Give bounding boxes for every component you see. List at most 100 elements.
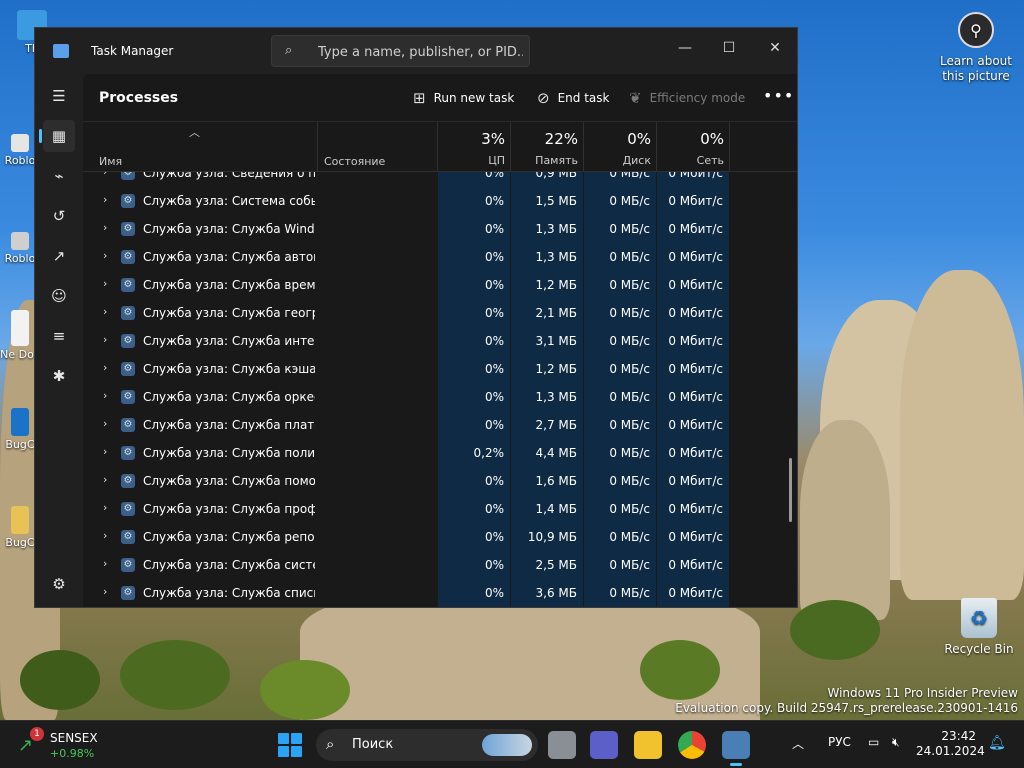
hamburger-menu-icon[interactable]: ☰	[43, 80, 75, 112]
process-disk: 0 МБ/с	[609, 306, 650, 320]
column-name[interactable]: Имя	[99, 155, 122, 168]
expand-chevron-icon[interactable]: ›	[103, 557, 107, 570]
users-tab-icon[interactable]: ☺	[43, 280, 75, 312]
process-row[interactable]: › ⚙ Служба узла: Служба систе... 0% 2,5 МБ 0 …	[83, 551, 797, 579]
sort-ascending-icon: ︿	[189, 126, 200, 139]
process-row[interactable]: › ⚙ Служба узла: Система событ... 0% 1,5 МБ 0…	[83, 187, 797, 215]
desktop-icon-label: BugC	[5, 438, 35, 451]
maximize-button[interactable]: ☐	[709, 34, 749, 62]
run-new-task-button[interactable]: ⊞ Run new task	[413, 87, 514, 109]
process-row[interactable]: › ⚙ Служба узла: Служба автом... 0% 1,3 МБ 0 …	[83, 243, 797, 271]
stock-widget[interactable]: ↗ 1 SENSEX +0.98%	[18, 727, 108, 763]
task-manager-icon	[53, 44, 69, 58]
clock-time: 23:42	[941, 729, 976, 743]
expand-chevron-icon[interactable]: ›	[103, 333, 107, 346]
start-button[interactable]	[278, 733, 302, 757]
title-bar[interactable]: Task Manager ⌕ — ☐ ✕	[35, 28, 797, 74]
service-gear-icon: ⚙	[121, 222, 135, 236]
process-memory: 4,4 МБ	[535, 446, 577, 460]
column-memory[interactable]: 22% Память	[508, 130, 578, 167]
language-indicator[interactable]: РУС	[828, 735, 851, 749]
settings-gear-icon[interactable]: ⚙	[43, 568, 75, 600]
startup-apps-tab-icon[interactable]: ↗	[43, 240, 75, 272]
performance-tab-icon[interactable]: ⌁	[43, 160, 75, 192]
column-network[interactable]: 0% Сеть	[654, 130, 724, 167]
learn-about-picture[interactable]: ⚲ Learn about this picture	[936, 12, 1016, 84]
process-network: 0 Мбит/с	[668, 172, 723, 180]
expand-chevron-icon[interactable]: ›	[103, 249, 107, 262]
process-name: Служба узла: Служба профи...	[143, 502, 315, 516]
process-row[interactable]: › ⚙ Служба узла: Служба Windo... 0% 1,3 МБ 0 …	[83, 215, 797, 243]
expand-chevron-icon[interactable]: ›	[103, 361, 107, 374]
service-gear-icon: ⚙	[121, 172, 135, 180]
taskbar-search[interactable]: ⌕ Поиск	[316, 729, 538, 761]
task-manager-taskbar-icon[interactable]	[722, 731, 750, 766]
process-memory: 1,3 МБ	[535, 222, 577, 236]
notification-bell-icon[interactable]: 🔔︎	[988, 735, 1006, 751]
column-cpu[interactable]: 3% ЦП	[435, 130, 505, 167]
search-input[interactable]	[318, 42, 523, 62]
network-icon[interactable]: ▭	[868, 735, 879, 749]
column-disk[interactable]: 0% Диск	[581, 130, 651, 167]
processes-tab-icon[interactable]: ▦	[39, 120, 75, 152]
expand-chevron-icon[interactable]: ›	[103, 172, 107, 178]
expand-chevron-icon[interactable]: ›	[103, 417, 107, 430]
process-cpu: 0%	[484, 418, 504, 432]
column-status[interactable]: Состояние	[324, 155, 385, 168]
recycle-bin[interactable]: ♻ Recycle Bin	[944, 598, 1014, 656]
expand-chevron-icon[interactable]: ›	[103, 445, 107, 458]
process-row[interactable]: › ⚙ Служба узла: Служба помо... 0% 1,6 МБ 0 М…	[83, 467, 797, 495]
efficiency-mode-button[interactable]: ❦ Efficiency mode	[629, 87, 745, 109]
run-task-icon: ⊞	[413, 89, 426, 107]
task-view-icon[interactable]	[548, 731, 576, 759]
teams-chat-icon[interactable]	[590, 731, 618, 759]
expand-chevron-icon[interactable]: ›	[103, 305, 107, 318]
search-box[interactable]: ⌕	[271, 35, 530, 67]
process-row[interactable]: › ⚙ Служба узла: Служба време... 0% 1,2 МБ 0 …	[83, 271, 797, 299]
process-row[interactable]: › ⚙ Служба узла: Служба кэша ... 0% 1,2 МБ 0 …	[83, 355, 797, 383]
expand-chevron-icon[interactable]: ›	[103, 277, 107, 290]
scrollbar-thumb[interactable]	[789, 458, 792, 522]
process-network: 0 Мбит/с	[668, 194, 723, 208]
recycle-bin-icon: ♻	[961, 598, 997, 638]
services-tab-icon[interactable]: ✱	[43, 360, 75, 392]
minimize-button[interactable]: —	[665, 34, 705, 62]
learn-label: Learn about this picture	[940, 54, 1012, 83]
chrome-icon[interactable]	[678, 731, 706, 759]
process-row[interactable]: › ⚙ Служба узла: Служба списка... 0% 3,6 МБ 0…	[83, 579, 797, 607]
camera-icon: ⚲	[958, 12, 994, 48]
service-gear-icon: ⚙	[121, 306, 135, 320]
process-row[interactable]: › ⚙ Служба узла: Служба интер... 0% 3,1 МБ 0 …	[83, 327, 797, 355]
process-row[interactable]: › ⚙ Служба узла: Сведения о пр... 0% 0,9 МБ 0…	[83, 172, 797, 187]
process-disk: 0 МБ/с	[609, 586, 650, 600]
network-label: Сеть	[696, 154, 724, 167]
end-task-button[interactable]: ⊘ End task	[537, 87, 609, 109]
process-row[interactable]: › ⚙ Служба узла: Служба профи... 0% 1,4 МБ 0 …	[83, 495, 797, 523]
run-new-task-label: Run new task	[433, 91, 515, 105]
process-network: 0 Мбит/с	[668, 474, 723, 488]
process-row[interactable]: › ⚙ Служба узла: Служба платф... 0% 2,7 МБ 0 …	[83, 411, 797, 439]
close-button[interactable]: ✕	[755, 34, 795, 62]
expand-chevron-icon[interactable]: ›	[103, 193, 107, 206]
clock[interactable]: 23:42 24.01.2024	[916, 729, 985, 759]
show-hidden-icons-chevron-icon[interactable]: ︿	[792, 735, 804, 752]
page-title: Processes	[99, 90, 179, 106]
service-gear-icon: ⚙	[121, 278, 135, 292]
volume-muted-icon[interactable]: 🔇︎	[892, 735, 900, 750]
process-memory: 1,3 МБ	[535, 390, 577, 404]
expand-chevron-icon[interactable]: ›	[103, 389, 107, 402]
expand-chevron-icon[interactable]: ›	[103, 585, 107, 598]
process-row[interactable]: › ⚙ Служба узла: Служба геогра... 0% 2,1 МБ 0…	[83, 299, 797, 327]
expand-chevron-icon[interactable]: ›	[103, 501, 107, 514]
expand-chevron-icon[interactable]: ›	[103, 473, 107, 486]
details-tab-icon[interactable]: ≡	[43, 320, 75, 352]
service-gear-icon: ⚙	[121, 586, 135, 600]
file-explorer-icon[interactable]	[634, 731, 662, 759]
expand-chevron-icon[interactable]: ›	[103, 221, 107, 234]
process-row[interactable]: › ⚙ Служба узла: Служба репоз... 0% 10,9 МБ 0…	[83, 523, 797, 551]
expand-chevron-icon[interactable]: ›	[103, 529, 107, 542]
more-options-icon[interactable]: •••	[763, 86, 794, 105]
process-row[interactable]: › ⚙ Служба узла: Служба оркест... 0% 1,3 МБ 0…	[83, 383, 797, 411]
app-history-tab-icon[interactable]: ↺	[43, 200, 75, 232]
process-row[interactable]: › ⚙ Служба узла: Служба полит... 0,2% 4,4 МБ…	[83, 439, 797, 467]
